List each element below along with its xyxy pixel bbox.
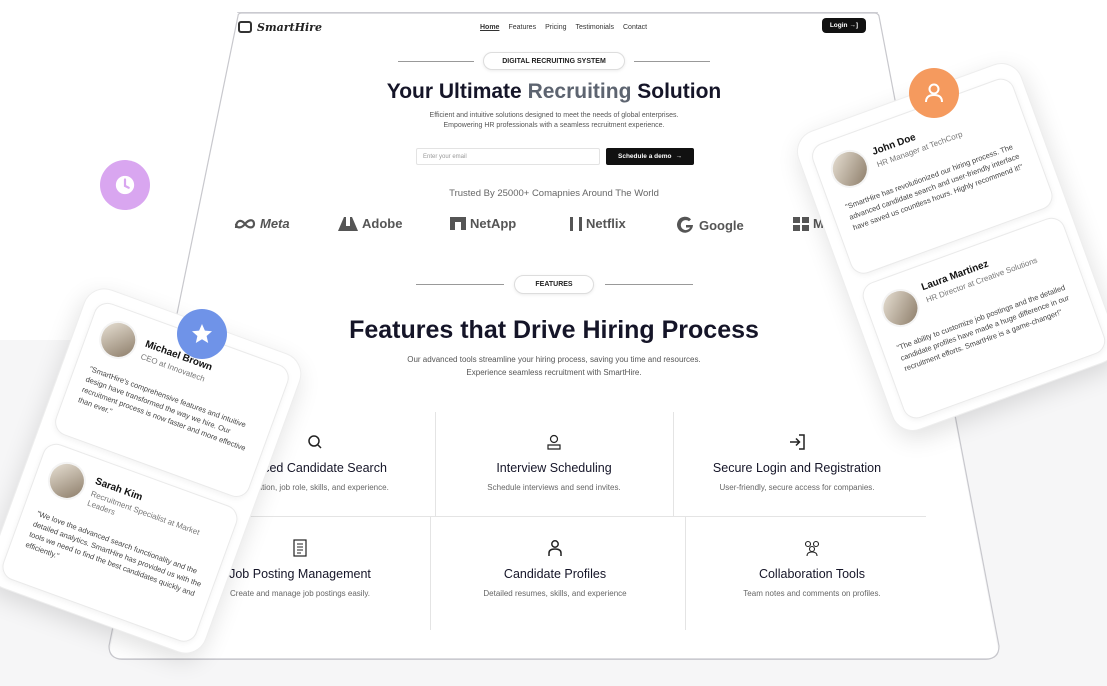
brand-meta-label: Meta bbox=[260, 216, 290, 231]
nav-home[interactable]: Home bbox=[480, 24, 499, 31]
hero-title-post: Solution bbox=[631, 80, 722, 103]
document-icon bbox=[293, 539, 307, 557]
meta-logo-icon bbox=[234, 218, 256, 228]
search-icon bbox=[308, 435, 322, 449]
grid-line bbox=[200, 516, 926, 517]
features-badge-text: FEATURES bbox=[535, 281, 573, 288]
netapp-logo-icon bbox=[450, 217, 466, 230]
clock-icon bbox=[115, 175, 135, 195]
divider-right bbox=[634, 61, 710, 62]
brand-google: Google bbox=[677, 216, 744, 234]
nav-testimonials[interactable]: Testimonials bbox=[575, 24, 614, 31]
feature-candidate-profiles[interactable]: Candidate Profiles Detailed resumes, ski… bbox=[435, 538, 675, 598]
schedule-demo-button[interactable]: Schedule a demo → bbox=[606, 148, 694, 165]
nav-features[interactable]: Features bbox=[508, 24, 536, 31]
login-icon bbox=[790, 434, 805, 450]
google-logo-icon bbox=[677, 216, 693, 233]
feature-name: Collaboration Tools bbox=[758, 567, 866, 581]
stage: SmartHire Home Features Pricing Testimon… bbox=[0, 0, 1107, 686]
feature-name: Secure Login and Registration bbox=[712, 461, 882, 475]
hero-subtitle-line1: Efficient and intuitive solutions design… bbox=[429, 112, 679, 119]
person-icon bbox=[925, 83, 943, 103]
interview-icon bbox=[547, 434, 561, 450]
grid-line bbox=[430, 516, 431, 630]
avatar bbox=[876, 283, 925, 333]
login-label: Login bbox=[829, 22, 848, 29]
features-title: Features that Drive Hiring Process bbox=[349, 316, 759, 344]
brand-adobe-label: Adobe bbox=[362, 216, 403, 231]
nav-contact[interactable]: Contact bbox=[623, 24, 647, 31]
feature-name: Interview Scheduling bbox=[496, 461, 612, 475]
star-icon bbox=[192, 324, 212, 343]
hero-title-pre: Your Ultimate bbox=[386, 80, 528, 103]
brand-meta: Meta bbox=[234, 216, 290, 231]
features-subtitle-line1: Our advanced tools streamline your hirin… bbox=[407, 355, 701, 364]
hero-subtitle-line2: Empowering HR professionals with a seaml… bbox=[443, 122, 665, 129]
team-icon bbox=[804, 540, 820, 557]
feature-name: Candidate Profiles bbox=[503, 567, 607, 581]
top-nav: SmartHire Home Features Pricing Testimon… bbox=[238, 16, 870, 38]
brand-logos: Meta Adobe NetApp Netflix Google Micr bbox=[234, 214, 870, 236]
brand-google-label: Google bbox=[699, 217, 744, 233]
feature-collaboration-tools[interactable]: Collaboration Tools Team notes and comme… bbox=[692, 538, 932, 598]
logo-text: SmartHire bbox=[257, 20, 322, 34]
login-button[interactable]: Login →] bbox=[821, 18, 866, 33]
features-divider-right bbox=[605, 284, 693, 285]
netflix-logo-icon bbox=[570, 216, 582, 231]
features-divider-left bbox=[416, 284, 504, 285]
star-badge bbox=[177, 309, 227, 359]
testimonial-quote: "SmartHire's comprehensive features and … bbox=[76, 364, 248, 453]
logo[interactable]: SmartHire bbox=[238, 21, 322, 34]
hero-subtitle: Efficient and intuitive solutions design… bbox=[238, 111, 870, 131]
adobe-logo-icon bbox=[338, 216, 358, 231]
login-arrow-icon: →] bbox=[849, 22, 858, 29]
trusted-text: Trusted By 25000+ Comapnies Around The W… bbox=[449, 188, 659, 199]
hero-title: Your Ultimate Recruiting Solution bbox=[238, 80, 870, 104]
features-subtitle-line2: Experience seamless recruitment with Sma… bbox=[466, 367, 642, 377]
brand-netapp: NetApp bbox=[450, 216, 516, 231]
features-subtitle: Our advanced tools streamline your hirin… bbox=[238, 354, 870, 379]
feature-desc: User-friendly, secure access for compani… bbox=[719, 483, 875, 492]
brand-netflix-label: Netflix bbox=[586, 216, 626, 231]
brand-adobe: Adobe bbox=[338, 216, 402, 231]
features-badge: FEATURES bbox=[514, 275, 594, 294]
feature-desc: Team notes and comments on profiles. bbox=[743, 589, 881, 598]
brand-netflix: Netflix bbox=[570, 216, 626, 231]
hero-badge-text: DIGITAL RECRUITING SYSTEM bbox=[502, 57, 606, 65]
grid-line bbox=[685, 516, 686, 630]
user-badge bbox=[909, 68, 959, 118]
feature-interview-scheduling[interactable]: Interview Scheduling Schedule interviews… bbox=[434, 432, 674, 492]
avatar bbox=[825, 144, 875, 194]
avatar bbox=[93, 315, 143, 365]
feature-desc: Schedule interviews and send invites. bbox=[487, 483, 621, 492]
email-input[interactable]: Enter your email bbox=[416, 148, 600, 165]
nav-links: Home Features Pricing Testimonials Conta… bbox=[480, 24, 647, 31]
feature-desc: Detailed resumes, skills, and experience bbox=[483, 589, 627, 598]
hero-badge: DIGITAL RECRUITING SYSTEM bbox=[483, 52, 625, 70]
user-icon bbox=[548, 540, 562, 556]
clock-badge bbox=[100, 160, 150, 210]
schedule-demo-label: Schedule a demo bbox=[618, 153, 672, 160]
logo-icon bbox=[238, 21, 252, 33]
avatar bbox=[42, 456, 92, 506]
nav-pricing[interactable]: Pricing bbox=[545, 24, 566, 31]
arrow-right-icon: → bbox=[675, 153, 682, 160]
divider-left bbox=[398, 61, 474, 62]
microsoft-logo-icon bbox=[793, 216, 809, 231]
brand-netapp-label: NetApp bbox=[470, 216, 517, 231]
hero-title-accent: Recruiting bbox=[527, 80, 632, 103]
feature-secure-login[interactable]: Secure Login and Registration User-frien… bbox=[677, 432, 917, 492]
